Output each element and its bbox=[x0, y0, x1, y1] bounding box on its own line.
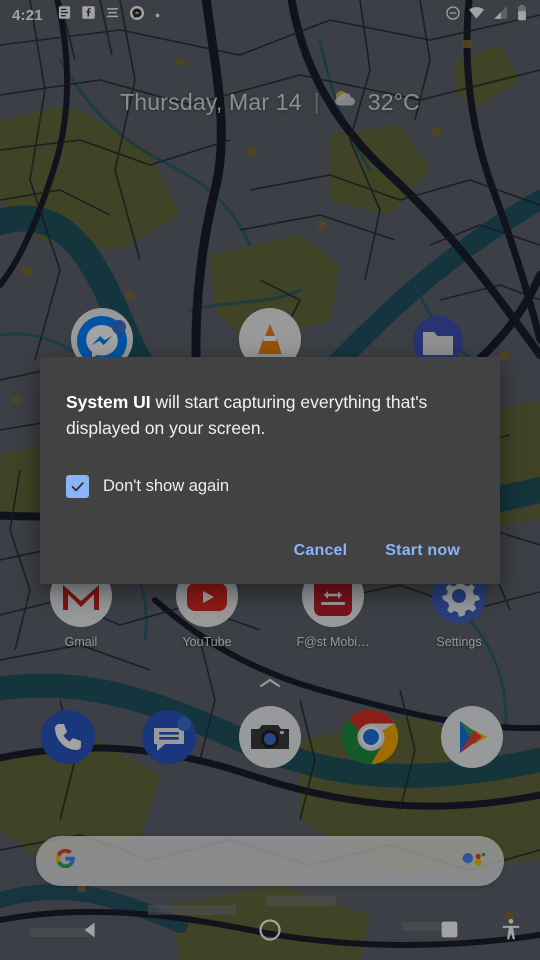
checkmark-icon bbox=[71, 482, 84, 492]
cancel-button[interactable]: Cancel bbox=[280, 532, 362, 570]
dialog-message: System UI will start capturing everythin… bbox=[66, 389, 474, 441]
dont-show-again-checkbox[interactable] bbox=[66, 475, 89, 498]
dont-show-again-row[interactable]: Don't show again bbox=[66, 475, 474, 498]
android-home-screen: 4:21 Thursday, Mar 14 | 32°C Gmail YouTu… bbox=[0, 0, 540, 960]
dialog-button-row: Cancel Start now bbox=[66, 532, 474, 570]
dont-show-again-label: Don't show again bbox=[103, 477, 230, 495]
start-now-button[interactable]: Start now bbox=[371, 532, 474, 570]
dialog-app-name: System UI bbox=[66, 392, 151, 412]
screen-capture-permission-dialog: System UI will start capturing everythin… bbox=[40, 357, 500, 584]
